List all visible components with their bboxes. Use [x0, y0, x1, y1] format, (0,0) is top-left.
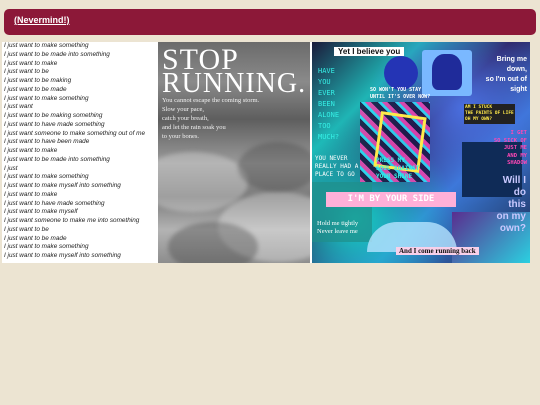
content-row: I just want to make something I just want…: [2, 42, 530, 263]
textcol-line: I just want to have made something: [4, 120, 105, 128]
lyric-im-by-your-side: I'M BY YOUR SIDE: [326, 192, 456, 207]
stop-running-image: STOP RUNNING. You cannot escape the comi…: [158, 42, 310, 263]
hold-line: Never leave me: [317, 228, 358, 235]
textcol-line: I just want to make something: [4, 173, 89, 181]
textcol-line: I just want to be made into something: [4, 50, 110, 58]
textcol-line: I just want someone to make something ou…: [4, 129, 146, 137]
textcol-line: I just want to make: [4, 59, 58, 67]
textcol-line: I just want to have made something: [4, 199, 105, 207]
stopbody-line: and let the rain soak you: [162, 124, 226, 131]
textcol-line: I just want to make: [4, 190, 58, 198]
iget-line: I GET: [510, 130, 527, 136]
lyric-am-i-stuck: AM I STUCK THE PAINTS OF LIFE OH MY OWN?: [464, 104, 515, 124]
never-line: REALLY HAD A: [315, 163, 359, 170]
iget-line: SO SICK OF: [493, 137, 527, 144]
lyric-hold-me-tightly: Hold me tightly Never leave me: [317, 220, 358, 236]
never-line: YOU NEVER: [315, 155, 348, 162]
willi-line: do: [513, 187, 526, 198]
textcol-line: I just want: [4, 103, 33, 111]
willi-line: on my: [496, 211, 526, 222]
haveyou-line: MUCH?: [318, 133, 340, 141]
poem-text-column: I just want to make something I just want…: [4, 42, 157, 263]
never-line: PLACE TO GO: [315, 171, 355, 178]
willi-line: this: [508, 199, 526, 210]
press-line: SOUL AGAINST: [376, 165, 420, 172]
bringdown-line: sight: [510, 86, 527, 93]
header-bar: (Nevermind!): [4, 9, 536, 35]
stay-line: UNTIL IT'S OVER NOW?: [370, 94, 431, 100]
hold-line: Hold me tightly: [317, 220, 359, 227]
textcol-line: I just want to have been made: [4, 138, 90, 146]
lyric-bring-me-down: Bring me down, so I'm out of sight: [479, 55, 527, 95]
textcol-line: I just: [4, 164, 18, 172]
textcol-line: I just want to make something: [4, 42, 89, 49]
iget-line: AND MY: [507, 152, 527, 159]
running-heading: RUNNING.: [162, 68, 307, 99]
willi-line: own?: [499, 223, 526, 234]
press-line: PRESS MY: [376, 157, 405, 164]
haveyou-line: ALONE: [318, 111, 340, 119]
textcol-line: I just want to make myself into somethin…: [4, 252, 121, 259]
textcol-line: I just want to make: [4, 147, 58, 154]
willi-line: Will I: [502, 175, 526, 186]
nevermind-link[interactable]: (Nevermind!): [14, 15, 70, 25]
haveyou-line: TOO: [318, 122, 331, 130]
textcol-line: I just want to make myself into somethin…: [4, 182, 121, 189]
textcol-line: I just want to make something: [4, 243, 89, 251]
stopbody-line: Slow your pace,: [162, 106, 205, 113]
lyric-i-get-so-sick: I GET SO SICK OF JUST ME AND MY SHADOW: [487, 130, 527, 168]
textcol-line: I just want to be: [4, 68, 49, 76]
stop-body-text: You cannot escape the coming storm. Slow …: [162, 96, 259, 141]
lyric-so-wont-you-stay: SO WON'T YOU STAY UNTIL IT'S OVER NOW?: [370, 87, 430, 101]
iget-line: SHADOW: [507, 160, 527, 166]
lyric-yet-i-believe: Yet I believe you: [334, 47, 405, 56]
textcol-line: I just want to be made: [4, 234, 67, 242]
haveyou-line: EVER: [318, 89, 335, 97]
lyric-press-my-soul: PRESS MY SOUL AGAINST YOUR SHINE: [376, 157, 419, 181]
textcol-line: I just want to be making: [4, 77, 72, 84]
stopbody-line: to your bones.: [162, 133, 200, 140]
textcol-line: I just want to be making something: [4, 112, 103, 119]
textcol-line: I just want someone to make me into some…: [4, 217, 140, 224]
bringdown-line: so I'm out of: [485, 76, 527, 83]
bringdown-line: Bring me down,: [496, 56, 527, 73]
textcol-line: I just want to be made into something: [4, 155, 110, 163]
textcol-line: I just want to make myself: [4, 208, 78, 216]
iget-line: JUST ME: [503, 145, 527, 151]
stopbody-line: You cannot escape the coming storm.: [162, 97, 260, 104]
haveyou-line: BEEN: [318, 100, 335, 108]
lyric-have-you-ever: HAVE YOU EVER BEEN ALONE TOO MUCH?: [318, 66, 339, 143]
textcol-line: I just want to make something: [4, 94, 89, 102]
lyrics-collage-image: Yet I believe you Bring me down, so I'm o…: [312, 42, 530, 263]
lyric-running-back: And I come running back: [396, 247, 479, 255]
press-line: YOUR SHINE: [376, 173, 413, 180]
stopbody-line: catch your breath,: [162, 115, 209, 122]
lyric-you-never: YOU NEVER REALLY HAD A PLACE TO GO: [315, 155, 358, 179]
textcol-line: I just want to be made: [4, 85, 67, 93]
haveyou-line: HAVE: [318, 67, 335, 75]
lyric-will-i-do-this: Will Ido this on my own?: [482, 175, 526, 235]
stuck-line: OH MY OWN?: [465, 117, 493, 122]
haveyou-line: YOU: [318, 78, 331, 86]
textcol-line: I just want to be: [4, 225, 49, 233]
stay-line: SO WON'T YOU STAY: [370, 87, 422, 93]
